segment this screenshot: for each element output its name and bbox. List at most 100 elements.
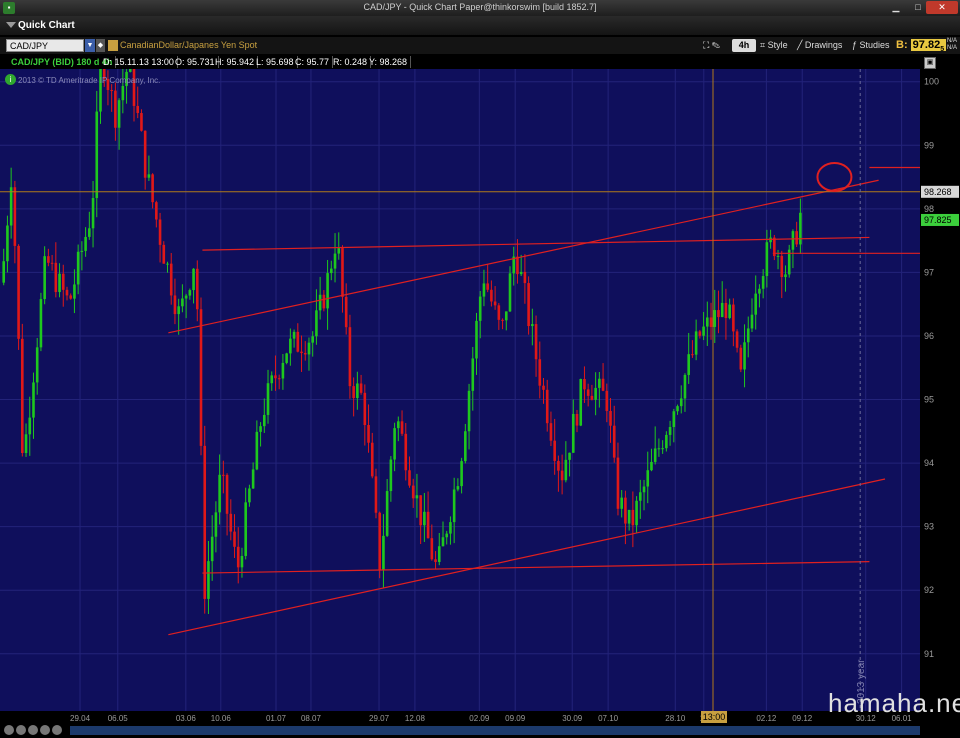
candle-body [571,413,575,453]
candle-body [750,314,754,329]
candle-body [65,289,69,296]
candle-body [385,491,389,536]
y-tick-label: 91 [924,649,934,659]
candle-body [490,289,493,302]
candle-body [28,417,32,435]
candle-body [24,434,28,453]
candle-body [478,296,482,321]
price-axis[interactable] [920,69,960,711]
candle-body [746,328,750,343]
panel-label: Quick Chart [18,20,75,31]
maximize-icon[interactable]: □ [908,1,928,14]
drawing-tools-icon[interactable]: ⛶ ✎ [703,39,729,52]
x-tick-label: 29.07 [369,714,390,723]
close-icon[interactable]: ✕ [926,1,958,14]
candle-body [493,301,497,306]
horizontal-scrollbar[interactable] [70,726,920,735]
x-tick-label: 07.10 [598,714,619,723]
x-tick-label: 02.09 [469,714,490,723]
chart-toolbar: CAD/JPY ▼ ◆ CanadianDollar/Japanes Yen S… [0,37,960,54]
candle-body [225,474,229,514]
candle-body [80,250,84,252]
candle-body [281,362,285,379]
candle-body [248,488,251,503]
candle-body [601,378,605,391]
candle-body [333,253,337,269]
candle-body [735,331,739,348]
info-bar: CAD/JPY (BID) 180 d 4h D: 15.11.13 13:00… [0,55,920,69]
collapse-arrow-icon[interactable] [6,22,16,28]
candle-body [538,359,542,386]
candle-body [679,398,683,407]
drawings-button[interactable]: ╱ Drawings [797,39,847,52]
candle-body [266,383,270,415]
candle-body [322,294,326,309]
candle-body [207,561,210,599]
candle-body [694,331,698,355]
symbol-dropdown-icon[interactable]: ▼ [85,39,95,52]
zoom-control-icon[interactable] [4,725,14,735]
candle-body [638,492,642,501]
candle-body [564,459,568,481]
minimize-icon[interactable]: ▁ [886,1,906,14]
window-titlebar: ▪ CAD/JPY - Quick Chart Paper@thinkorswi… [0,0,960,16]
bid-value-main: 97.82 [912,39,941,51]
zoom-control-icon[interactable] [40,725,50,735]
chart-settings-icon[interactable]: ▣ [924,57,936,69]
candle-body [169,263,173,296]
info-y: Y: 98.268 [366,56,412,68]
candle-body [791,231,795,250]
candle-body [631,509,635,526]
candle-body [449,522,452,534]
candle-body [423,511,426,526]
candle-body [646,470,650,487]
candle-body [359,383,363,393]
candle-body [58,273,61,293]
zoom-control-icon[interactable] [16,725,26,735]
info-icon[interactable]: i [5,74,16,85]
candle-body [497,305,501,320]
candle-body [370,442,374,477]
candle-body [586,389,590,396]
candle-body [575,413,579,426]
x-tick-label: 03.06 [176,714,197,723]
candle-body [378,512,382,571]
info-date: D: 15.11.13 13:00 [100,56,178,68]
candle-body [780,255,784,278]
chart-area[interactable]: 98.268 97.825 100 99 98 97 96 95 94 93 92 91 29.04… [0,40,960,738]
candle-body [184,295,188,299]
zoom-control-icon[interactable] [52,725,62,735]
candle-body [128,59,132,72]
y-tick-label: 96 [924,331,934,341]
candle-body [709,317,713,327]
candle-body [341,248,344,297]
price-chart[interactable]: 98.268 97.825 100 99 98 97 96 95 94 93 92 91 29.04… [0,40,960,738]
candle-body [117,100,121,128]
na-top: N/A [947,38,958,44]
candle-body [292,331,296,339]
candle-body [158,219,162,245]
candle-body [672,411,676,428]
symbol-input[interactable]: CAD/JPY [6,39,84,52]
candle-body [363,392,367,426]
studies-button[interactable]: ƒ Studies [852,39,894,52]
candle-body [348,327,352,387]
x-tick-label: 28.10 [665,714,686,723]
bid-prefix: B: [896,39,908,51]
candle-body [352,386,355,399]
candle-body [758,288,761,294]
candle-body [668,427,672,435]
y-tick-label: 100 [924,77,939,87]
aggregation-button[interactable]: 4h [732,39,756,52]
style-button[interactable]: ⌗ Style [760,39,794,52]
candle-body [609,410,612,426]
symbol-stepper-icon[interactable]: ◆ [96,39,105,52]
candle-body [274,375,277,379]
y-tick-label: 95 [924,395,934,405]
candle-body [259,426,262,432]
candle-body [605,390,609,411]
zoom-control-icon[interactable] [28,725,38,735]
candle-body [6,225,9,262]
candle-body [560,470,564,481]
candle-body [437,546,441,562]
